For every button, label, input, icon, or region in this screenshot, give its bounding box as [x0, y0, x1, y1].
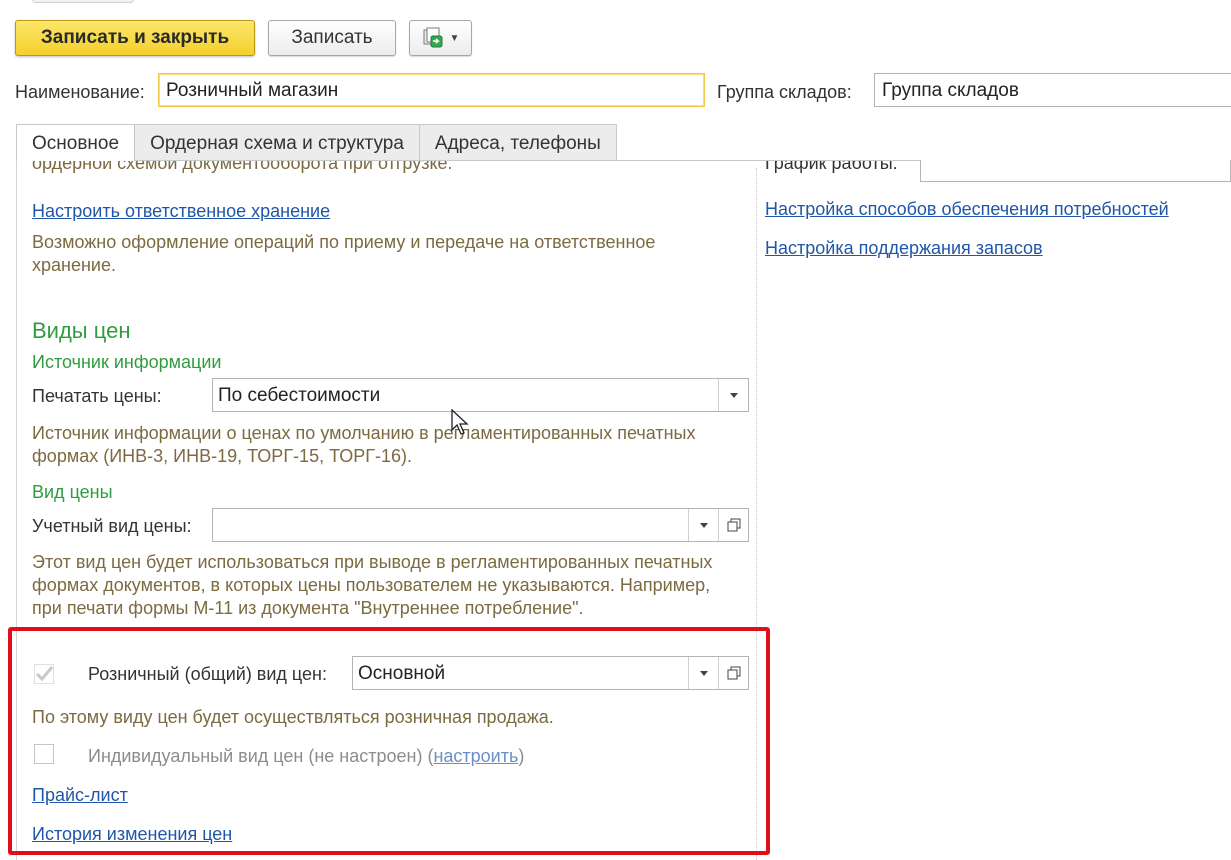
- account-price-select[interactable]: [212, 508, 749, 542]
- column-divider: [756, 168, 757, 860]
- tab-bar: Основное Ордерная схема и структура Адре…: [16, 124, 617, 161]
- retail-price-label: Розничный (общий) вид цен:: [88, 664, 327, 684]
- price-history-link[interactable]: История изменения цен: [32, 824, 232, 845]
- name-input[interactable]: Розничный магазин: [158, 73, 705, 107]
- warehouse-group-input[interactable]: Группа складов: [874, 73, 1231, 107]
- save-button[interactable]: Записать: [268, 20, 396, 56]
- chevron-down-icon[interactable]: [688, 509, 719, 541]
- account-price-description: Этот вид цен будет использоваться при вы…: [32, 552, 713, 618]
- price-type-heading: Вид цены: [32, 482, 113, 502]
- retail-price-select[interactable]: Основной: [352, 656, 749, 690]
- tab-order-scheme[interactable]: Ордерная схема и структура: [134, 124, 420, 161]
- name-label: Наименование:: [15, 82, 145, 102]
- individual-price-label: Индивидуальный вид цен (не настроен) (: [88, 746, 434, 766]
- print-prices-select[interactable]: По себестоимости: [212, 378, 749, 412]
- needs-settings-link[interactable]: Настройка способов обеспечения потребнос…: [765, 199, 1169, 220]
- retail-price-value: Основной: [358, 663, 446, 684]
- tab-main[interactable]: Основное: [16, 124, 136, 161]
- individual-price-checkbox[interactable]: [34, 744, 54, 764]
- retail-price-description: По этому виду цен будет осуществляться р…: [32, 707, 554, 727]
- document-structure-icon: [422, 27, 444, 49]
- configure-link[interactable]: настроить: [433, 746, 518, 766]
- clipped-text-line: ордерной схемой документооборота при отг…: [32, 161, 453, 173]
- save-and-close-button[interactable]: Записать и закрыть: [15, 20, 255, 56]
- warehouse-group-label: Группа складов:: [717, 82, 852, 102]
- chevron-down-icon[interactable]: [718, 379, 749, 411]
- responsible-storage-description: Возможно оформление операций по приему и…: [32, 232, 656, 275]
- info-source-heading: Источник информации: [32, 352, 222, 372]
- open-icon[interactable]: [718, 509, 749, 541]
- account-price-label: Учетный вид цены:: [32, 516, 192, 536]
- individual-price-close: ): [518, 746, 525, 766]
- right-clipped-label: График работы:: [765, 161, 898, 173]
- top-tab-remnant: [32, 0, 134, 3]
- price-list-link[interactable]: Прайс-лист: [32, 785, 128, 806]
- print-prices-value: По себестоимости: [218, 385, 381, 406]
- tab-addresses[interactable]: Адреса, телефоны: [418, 124, 617, 161]
- chevron-down-icon: ▼: [449, 32, 460, 44]
- retail-price-checkbox[interactable]: [34, 664, 54, 684]
- print-prices-label: Печатать цены:: [32, 386, 162, 406]
- more-actions-button[interactable]: ▼: [409, 20, 472, 56]
- schedule-input[interactable]: [920, 160, 1231, 182]
- mouse-cursor-icon: [451, 408, 471, 442]
- print-prices-description: Источник информации о ценах по умолчанию…: [32, 423, 696, 466]
- checkmark-icon: [35, 666, 54, 682]
- stock-settings-link[interactable]: Настройка поддержания запасов: [765, 238, 1043, 259]
- chevron-down-icon[interactable]: [688, 657, 719, 689]
- open-icon[interactable]: [718, 657, 749, 689]
- price-types-heading: Виды цен: [32, 318, 131, 343]
- individual-price-label-line: Индивидуальный вид цен (не настроен) (на…: [88, 746, 524, 767]
- panel-border: [16, 160, 17, 860]
- responsible-storage-link[interactable]: Настроить ответственное хранение: [32, 201, 330, 222]
